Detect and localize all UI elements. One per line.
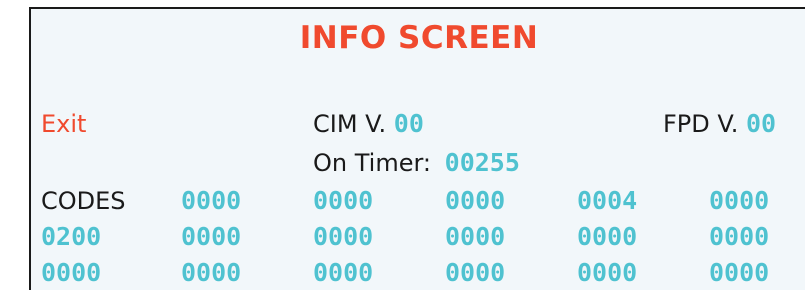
fpd-version-label: FPD V. bbox=[663, 110, 739, 138]
code-cell: 0000 bbox=[709, 258, 770, 287]
screen-title: INFO SCREEN bbox=[299, 20, 539, 56]
code-cell: 0000 bbox=[181, 186, 242, 215]
code-cell: 0004 bbox=[577, 186, 638, 215]
cim-version-label: CIM V. bbox=[313, 110, 387, 138]
code-cell: 0000 bbox=[313, 258, 374, 287]
code-cell: 0000 bbox=[445, 222, 506, 251]
code-cell: 0000 bbox=[445, 258, 506, 287]
cim-version: CIM V. 00 bbox=[313, 109, 424, 139]
on-timer: On Timer: 00255 bbox=[313, 148, 520, 178]
cim-version-value: 00 bbox=[393, 109, 424, 138]
fpd-version-value: 00 bbox=[745, 109, 777, 138]
code-cell: 0000 bbox=[577, 222, 638, 251]
code-cell: 0000 bbox=[709, 186, 770, 215]
code-cell: 0000 bbox=[181, 222, 242, 251]
code-cell: 0000 bbox=[709, 222, 770, 251]
code-cell: 0000 bbox=[313, 222, 374, 251]
codes-label: CODES bbox=[41, 187, 126, 215]
code-cell: 0000 bbox=[577, 258, 638, 287]
on-timer-value: 00255 bbox=[444, 148, 520, 177]
code-cell: 0000 bbox=[41, 258, 102, 287]
code-cell: 0000 bbox=[445, 186, 506, 215]
code-cell: 0000 bbox=[181, 258, 242, 287]
fpd-version: FPD V. 00 bbox=[663, 109, 776, 139]
on-timer-label: On Timer: bbox=[313, 149, 431, 177]
exit-button[interactable]: Exit bbox=[41, 109, 86, 139]
info-screen-panel: INFO SCREEN Exit CIM V. 00 FPD V. 00 On … bbox=[29, 7, 805, 290]
code-cell: 0200 bbox=[41, 222, 102, 251]
code-cell: 0000 bbox=[313, 186, 374, 215]
